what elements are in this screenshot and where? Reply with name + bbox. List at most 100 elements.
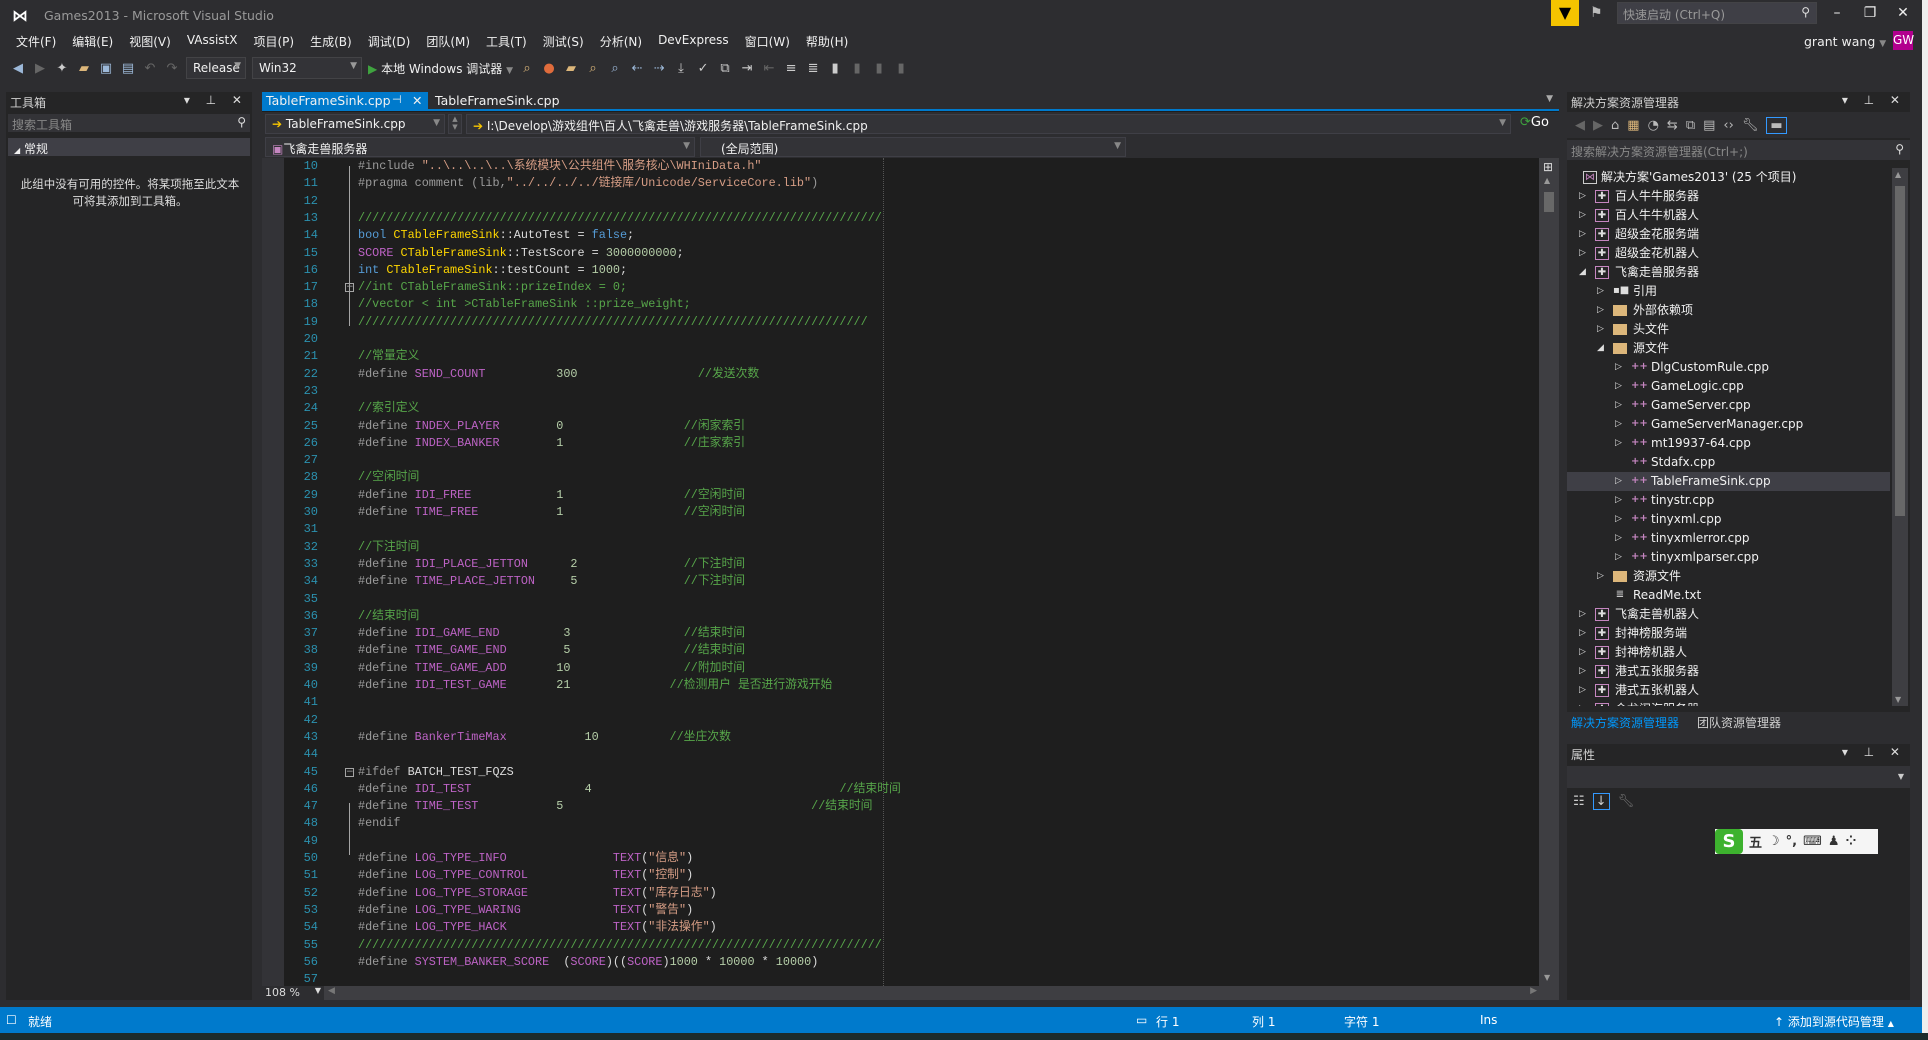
start-debugging-button[interactable]: ▶ 本地 Windows 调试器 ▼ — [368, 60, 513, 77]
ime-toolbar[interactable]: S 五 ☽ °, ⌨ ♟ ⁘ — [1715, 829, 1878, 854]
tree-item[interactable]: ▷ 头文件 — [1567, 320, 1890, 339]
collapsed-arrow-icon[interactable]: ▷ — [1615, 472, 1625, 491]
zoom-dropdown[interactable]: 108 % ▼ — [262, 986, 324, 1000]
minimize-button[interactable]: – — [1822, 2, 1852, 24]
collapsed-arrow-icon[interactable]: ▷ — [1615, 415, 1625, 434]
go-button[interactable]: ⟳Go — [1520, 115, 1549, 130]
indent-icon[interactable]: ⇥ — [739, 61, 755, 76]
collapsed-arrow-icon[interactable]: ▷ — [1615, 491, 1625, 510]
code-line[interactable]: #define SYSTEM_BANKER_SCORE (SCORE)((SCO… — [358, 954, 818, 971]
nav-spinner[interactable]: ▲ ▼ — [448, 114, 462, 134]
half-width-icon[interactable]: ☽ — [1768, 834, 1780, 849]
categorized-icon[interactable]: ☷ — [1573, 794, 1585, 809]
code-line[interactable]: #define BankerTimeMax 10 //坐庄次数 — [358, 729, 731, 746]
horizontal-scrollbar[interactable]: 108 % ▼ ◀ ▶ — [262, 986, 1559, 1000]
output-icon[interactable]: ☐ — [6, 1013, 17, 1027]
property-pages-icon[interactable]: 🔧︎ — [1618, 794, 1635, 809]
notification-filter-icon[interactable]: ▼ — [1551, 0, 1579, 26]
tree-item[interactable]: ++ Stdafx.cpp — [1567, 453, 1890, 472]
code-line[interactable]: //索引定义 — [358, 400, 419, 417]
close-button[interactable]: ✕ — [1888, 2, 1918, 24]
fold-toggle-icon[interactable]: − — [345, 283, 354, 293]
code-line[interactable]: #pragma comment (lib,"../../../../链接库/Un… — [358, 175, 818, 192]
undo-icon[interactable]: ↶ — [142, 61, 158, 76]
scroll-down-icon[interactable]: ▼ — [1544, 973, 1550, 982]
forward-icon[interactable]: ▶ — [1593, 118, 1603, 133]
alphabetical-icon[interactable]: ↓ — [1592, 792, 1610, 810]
tree-item[interactable]: ▷ ✚ 飞禽走兽机器人 — [1567, 605, 1890, 624]
collapsed-arrow-icon[interactable]: ▷ — [1615, 396, 1625, 415]
clear-bookmarks-icon[interactable]: ▮ — [893, 61, 909, 76]
collapsed-arrow-icon[interactable]: ▷ — [1579, 643, 1589, 662]
scroll-thumb[interactable] — [1544, 192, 1554, 212]
tree-item[interactable]: ▷ ++ GameServerManager.cpp — [1567, 415, 1890, 434]
collapsed-arrow-icon[interactable]: ▷ — [1579, 187, 1589, 206]
collapsed-arrow-icon[interactable]: ▷ — [1615, 377, 1625, 396]
scroll-up-icon[interactable]: ▲ — [1544, 176, 1550, 185]
scroll-up-icon[interactable]: ▲ — [1895, 170, 1901, 179]
back-icon[interactable]: ◀ — [1575, 118, 1585, 133]
punctuation-icon[interactable]: °, — [1786, 834, 1797, 849]
show-all-files-icon[interactable]: ▤ — [1703, 118, 1715, 133]
tree-item[interactable]: ▷ ✚ 金龙闹海服务器 — [1567, 700, 1890, 706]
tab-tableframesink-preview[interactable]: TableFrameSink.cpp — [431, 92, 564, 109]
save-all-icon[interactable]: ▤ — [120, 61, 136, 76]
insert-icon[interactable]: ⤓ — [673, 61, 689, 76]
view-code-icon[interactable]: ‹› — [1723, 118, 1733, 133]
tools-grid-icon[interactable]: ⁘ — [1846, 834, 1857, 849]
tree-item[interactable]: ≣ ReadMe.txt — [1567, 586, 1890, 605]
scroll-right-icon[interactable]: ▶ — [1530, 986, 1537, 996]
expanded-arrow-icon[interactable]: ◢ — [1597, 339, 1607, 358]
collapsed-arrow-icon[interactable]: ▷ — [1579, 206, 1589, 225]
code-line[interactable]: #define TIME_FREE 1 //空闲时间 — [358, 504, 745, 521]
code-line[interactable]: //int CTableFrameSink::prizeIndex = 0; — [358, 279, 627, 296]
collapsed-arrow-icon[interactable]: ▷ — [1579, 624, 1589, 643]
collapsed-arrow-icon[interactable]: ▷ — [1579, 605, 1589, 624]
collapsed-arrow-icon[interactable]: ▷ — [1597, 320, 1607, 339]
keyboard-icon[interactable]: ⌨ — [1803, 834, 1822, 849]
source-control-button[interactable]: ↑ 添加到源代码管理 ▲ — [1774, 1013, 1894, 1030]
feedback-icon[interactable]: ⚑ — [1590, 5, 1603, 21]
tab-tableframesink-active[interactable]: TableFrameSink.cpp ⊣ ✕ — [262, 92, 428, 109]
find-in-files-icon[interactable]: ⌕ — [519, 61, 535, 76]
code-line[interactable]: #define TIME_GAME_ADD 10 //附加时间 — [358, 660, 745, 677]
code-line[interactable]: int CTableFrameSink::testCount = 1000; — [358, 262, 627, 279]
tab-solution-explorer[interactable]: 解决方案资源管理器 — [1571, 714, 1679, 731]
spell-check-icon[interactable]: ✓ — [695, 61, 711, 76]
tree-item[interactable]: ▷ ++ TableFrameSink.cpp — [1567, 472, 1890, 491]
code-line[interactable]: //结束时间 — [358, 608, 419, 625]
pin-icon[interactable]: ⊣ — [392, 93, 402, 106]
collapsed-arrow-icon[interactable]: ▷ — [1579, 662, 1589, 681]
home-icon[interactable]: ⌂ — [1611, 118, 1619, 133]
tree-item[interactable]: ▷ 资源文件 — [1567, 567, 1890, 586]
collapsed-arrow-icon[interactable]: ▷ — [1579, 244, 1589, 263]
pending-changes-filter-icon[interactable]: ◔ — [1648, 118, 1659, 133]
tree-item[interactable]: ◢ 源文件 — [1567, 339, 1890, 358]
code-line[interactable]: ////////////////////////////////////////… — [358, 937, 882, 954]
tree-item[interactable]: ▷ ++ GameLogic.cpp — [1567, 377, 1890, 396]
tree-item[interactable]: ▷ ✚ 百人牛牛机器人 — [1567, 206, 1890, 225]
solution-platform-select[interactable]: Win32 ▼ — [252, 57, 362, 79]
open-corresponding-icon[interactable]: ▰ — [563, 61, 579, 76]
quick-launch-input[interactable]: 快速启动 (Ctrl+Q) ⚲ — [1617, 2, 1817, 24]
next-bookmark-icon[interactable]: ▮ — [871, 61, 887, 76]
split-icon[interactable]: ⊞ — [1543, 160, 1553, 174]
collapsed-arrow-icon[interactable]: ▷ — [1597, 282, 1607, 301]
prev-bookmark-icon[interactable]: ▮ — [849, 61, 865, 76]
tree-item[interactable]: ▷ ++ GameServer.cpp — [1567, 396, 1890, 415]
file-path-field[interactable]: ➔ I:\Develop\游戏组件\百人\飞禽走兽\游戏服务器\TableFra… — [466, 114, 1511, 134]
menu-vassistx[interactable]: VAssistX — [179, 33, 246, 51]
tree-item[interactable]: ▷ ✚ 超级金花机器人 — [1567, 244, 1890, 263]
open-file-icon[interactable]: ▰ — [76, 61, 92, 76]
expanded-arrow-icon[interactable]: ◢ — [1579, 263, 1589, 282]
outdent-icon[interactable]: ⇤ — [761, 61, 777, 76]
file-dropdown[interactable]: ➔ TableFrameSink.cpp ▼ — [265, 114, 445, 134]
scope-dropdown[interactable]: (全局范围) ▼ — [700, 137, 1126, 157]
uncomment-icon[interactable]: ≣ — [805, 61, 821, 76]
code-line[interactable]: #define IDI_PLACE_JETTON 2 //下注时间 — [358, 556, 745, 573]
tree-item[interactable]: ▷ ++ mt19937-64.cpp — [1567, 434, 1890, 453]
tree-item[interactable]: ▷ ++ tinyxmlparser.cpp — [1567, 548, 1890, 567]
new-project-icon[interactable]: ✦ — [54, 61, 70, 76]
tree-item[interactable]: ▷ ++ tinystr.cpp — [1567, 491, 1890, 510]
collapsed-arrow-icon[interactable]: ▷ — [1579, 700, 1589, 706]
